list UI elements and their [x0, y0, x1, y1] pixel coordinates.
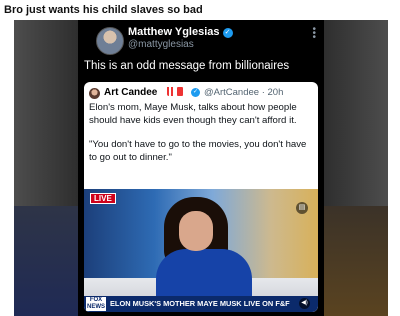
quoted-video-player[interactable]: LIVE ▤ FOX NEWS ELON MUSK'S MOTHER MAYE M…	[84, 189, 318, 312]
anchor-figure-face	[179, 211, 213, 251]
embedded-video[interactable]: Matthew Yglesias ✓ @mattyglesias • • • This…	[14, 20, 388, 316]
quoted-author-name[interactable]: Art Candee	[104, 87, 157, 98]
live-badge: LIVE	[90, 193, 116, 204]
author-handle[interactable]: @mattyglesias	[128, 39, 194, 50]
quoted-handle-time: @ArtCandee · 20h	[204, 87, 284, 98]
popcorn-drink-emoji	[167, 87, 183, 97]
blurred-backdrop-right-lower	[324, 206, 388, 316]
quoted-verified-badge-icon: ✓	[191, 88, 200, 97]
quoted-tweet[interactable]: Art Candee ✓ @ArtCandee · 20h Elon's mom…	[84, 82, 318, 312]
author-name[interactable]: Matthew Yglesias ✓	[128, 26, 233, 38]
network-logo: FOX NEWS	[86, 297, 106, 311]
tweet-text: This is an odd message from billionaires	[84, 60, 290, 72]
more-options-icon[interactable]: • • •	[312, 25, 316, 43]
quoted-author-avatar[interactable]	[89, 88, 100, 99]
verified-badge-icon: ✓	[222, 28, 233, 38]
author-avatar[interactable]	[96, 27, 124, 55]
captions-icon[interactable]: ▤	[296, 202, 308, 214]
blurred-backdrop-left-lower	[14, 206, 78, 316]
tweet-card[interactable]: Matthew Yglesias ✓ @mattyglesias • • • This…	[78, 20, 324, 316]
author-name-text: Matthew Yglesias	[128, 26, 220, 38]
mute-icon[interactable]: ◀)	[299, 298, 310, 309]
news-chyron: FOX NEWS ELON MUSK'S MOTHER MAYE MUSK LIV…	[84, 296, 318, 312]
quoted-text-paragraph-2: "You don't have to go to the movies, you…	[89, 139, 307, 163]
post-caption: Bro just wants his child slaves so bad	[4, 4, 203, 16]
quoted-text-paragraph-1: Elon's mom, Maye Musk, talks about how p…	[89, 102, 297, 126]
chyron-text: ELON MUSK'S MOTHER MAYE MUSK LIVE ON F&F	[110, 299, 290, 308]
quoted-tweet-text: Elon's mom, Maye Musk, talks about how p…	[89, 102, 313, 164]
